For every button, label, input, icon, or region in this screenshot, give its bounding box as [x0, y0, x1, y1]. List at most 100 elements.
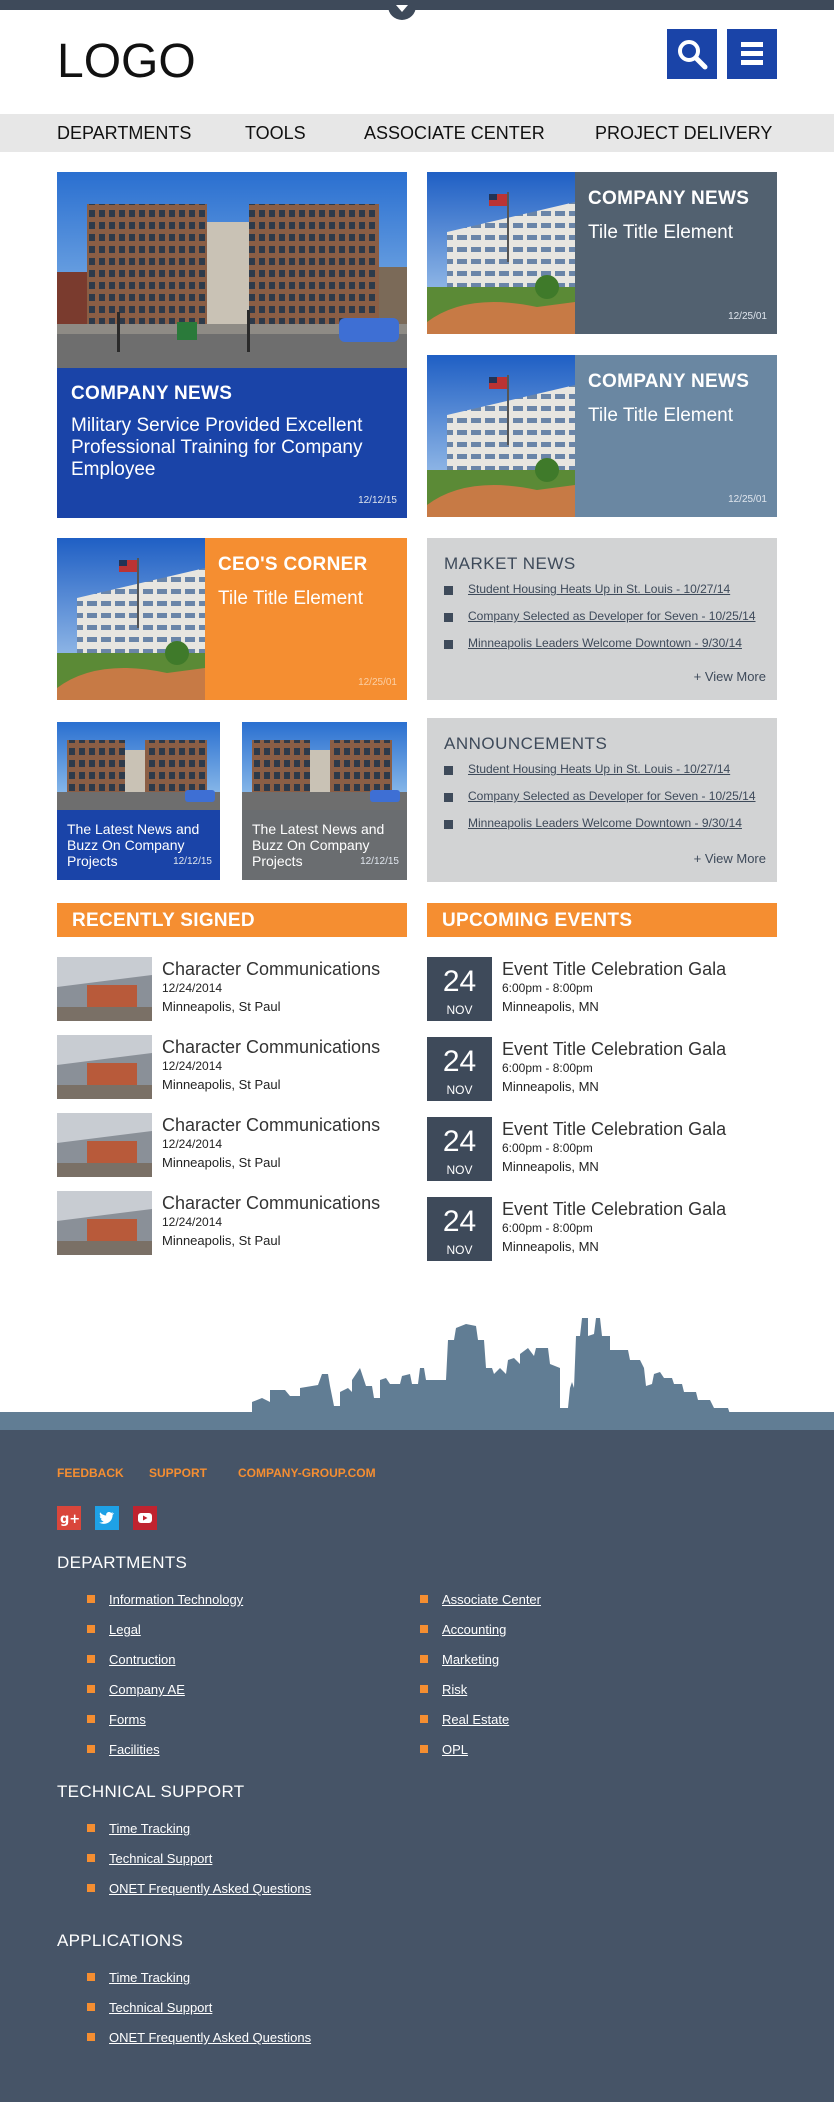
footer-link[interactable]: Contruction — [87, 1652, 243, 1682]
event-location: Minneapolis, MN — [502, 1239, 599, 1254]
signed-item[interactable]: Character Communications 12/24/2014 Minn… — [57, 1113, 407, 1177]
footer-link[interactable]: OPL — [420, 1742, 541, 1772]
hero-title[interactable]: Military Service Provided Excellent Prof… — [71, 415, 396, 481]
menu-button[interactable] — [727, 29, 777, 79]
youtube-icon[interactable] — [133, 1506, 157, 1530]
warehouse-thumbnail — [57, 957, 152, 1021]
tile-date: 12/25/01 — [728, 494, 767, 505]
warehouse-thumbnail — [57, 1035, 152, 1099]
footer-link[interactable]: Information Technology — [87, 1592, 243, 1622]
company-news-tile[interactable]: COMPANY NEWS Tile Title Element 12/25/01 — [427, 355, 777, 517]
project-news-tile[interactable]: The Latest News and Buzz On Company Proj… — [57, 722, 220, 880]
recently-signed-heading: RECENTLY SIGNED — [57, 903, 407, 937]
project-news-tile[interactable]: The Latest News and Buzz On Company Proj… — [242, 722, 407, 880]
footer-link[interactable]: Facilities — [87, 1742, 243, 1772]
footer-link[interactable]: Technical Support — [87, 2000, 311, 2030]
list-item[interactable]: Company Selected as Developer for Seven … — [444, 789, 756, 816]
footer-link[interactable]: ONET Frequently Asked Questions — [87, 1881, 311, 1911]
tile-date: 12/25/01 — [358, 677, 397, 688]
nav-item-project-delivery[interactable]: PROJECT DELIVERY — [595, 123, 772, 144]
event-title[interactable]: Event Title Celebration Gala — [502, 1039, 726, 1060]
footer-link[interactable]: Forms — [87, 1712, 243, 1742]
event-item[interactable]: 24 NOV Event Title Celebration Gala 6:00… — [427, 1117, 777, 1181]
event-location: Minneapolis, MN — [502, 999, 599, 1014]
tile-date: 12/12/15 — [360, 856, 399, 867]
event-date-badge: 24 NOV — [427, 957, 492, 1021]
announcements-panel: ANNOUNCEMENTS Student Housing Heats Up i… — [427, 718, 777, 882]
nav-item-associate-center[interactable]: ASSOCIATE CENTER — [364, 123, 545, 144]
google-plus-icon[interactable]: g+ — [57, 1506, 81, 1530]
signed-name[interactable]: Character Communications — [162, 1115, 380, 1136]
warehouse-thumbnail — [57, 1191, 152, 1255]
signed-location: Minneapolis, St Paul — [162, 1233, 281, 1248]
market-news-panel: MARKET NEWS Student Housing Heats Up in … — [427, 538, 777, 700]
departments-heading: DEPARTMENTS — [57, 1553, 188, 1572]
list-item[interactable]: Minneapolis Leaders Welcome Downtown - 9… — [444, 636, 756, 663]
list-item[interactable]: Minneapolis Leaders Welcome Downtown - 9… — [444, 816, 756, 843]
event-title[interactable]: Event Title Celebration Gala — [502, 1199, 726, 1220]
tile-title[interactable]: Tile Title Element — [588, 222, 733, 244]
signed-date: 12/24/2014 — [162, 1059, 223, 1073]
ceo-corner-tile[interactable]: CEO'S CORNER Tile Title Element 12/25/01 — [57, 538, 407, 700]
signed-date: 12/24/2014 — [162, 1137, 223, 1151]
footer-link[interactable]: Accounting — [420, 1622, 541, 1652]
view-more-link[interactable]: + View More — [694, 669, 766, 684]
footer-link[interactable]: Risk — [420, 1682, 541, 1712]
search-button[interactable] — [667, 29, 717, 79]
event-location: Minneapolis, MN — [502, 1159, 599, 1174]
nav-item-tools[interactable]: TOOLS — [245, 123, 306, 144]
event-title[interactable]: Event Title Celebration Gala — [502, 959, 726, 980]
hamburger-icon — [741, 42, 763, 65]
footer-link[interactable]: Time Tracking — [87, 1970, 311, 2000]
footer-link[interactable]: Time Tracking — [87, 1821, 311, 1851]
tile-title[interactable]: Tile Title Element — [218, 588, 363, 610]
event-time: 6:00pm - 8:00pm — [502, 1141, 593, 1155]
signed-name[interactable]: Character Communications — [162, 959, 380, 980]
news-photo — [427, 355, 575, 517]
footer-link[interactable]: Technical Support — [87, 1851, 311, 1881]
signed-date: 12/24/2014 — [162, 981, 223, 995]
footer-link[interactable]: Legal — [87, 1622, 243, 1652]
signed-name[interactable]: Character Communications — [162, 1193, 380, 1214]
footer-link[interactable]: ONET Frequently Asked Questions — [87, 2030, 311, 2060]
list-item[interactable]: Student Housing Heats Up in St. Louis - … — [444, 762, 756, 789]
top-bar — [0, 0, 834, 10]
departments-list-left: Information Technology Legal Contruction… — [87, 1592, 243, 1772]
search-icon — [678, 40, 708, 70]
collapse-tab-chevron-icon[interactable] — [388, 0, 416, 20]
event-location: Minneapolis, MN — [502, 1079, 599, 1094]
event-item[interactable]: 24 NOV Event Title Celebration Gala 6:00… — [427, 957, 777, 1021]
footer-link[interactable]: Real Estate — [420, 1712, 541, 1742]
project-photo — [242, 722, 407, 810]
departments-list-right: Associate Center Accounting Marketing Ri… — [420, 1592, 541, 1772]
support-link[interactable]: SUPPORT — [149, 1466, 207, 1480]
event-item[interactable]: 24 NOV Event Title Celebration Gala 6:00… — [427, 1037, 777, 1101]
nav-item-departments[interactable]: DEPARTMENTS — [57, 123, 191, 144]
logo[interactable]: LOGO — [57, 34, 196, 89]
hero-news-tile[interactable]: COMPANY NEWS Military Service Provided E… — [57, 172, 407, 518]
svg-text:g+: g+ — [60, 1512, 80, 1527]
signed-item[interactable]: Character Communications 12/24/2014 Minn… — [57, 1035, 407, 1099]
tile-title[interactable]: Tile Title Element — [588, 405, 733, 427]
footer-link[interactable]: Marketing — [420, 1652, 541, 1682]
list-item[interactable]: Student Housing Heats Up in St. Louis - … — [444, 582, 756, 609]
hero-date: 12/12/15 — [358, 495, 397, 506]
signed-item[interactable]: Character Communications 12/24/2014 Minn… — [57, 957, 407, 1021]
company-news-tile[interactable]: COMPANY NEWS Tile Title Element 12/25/01 — [427, 172, 777, 334]
footer-link[interactable]: Company AE — [87, 1682, 243, 1712]
market-news-heading: MARKET NEWS — [444, 554, 576, 573]
signed-name[interactable]: Character Communications — [162, 1037, 380, 1058]
city-skyline-illustration — [0, 1318, 834, 1430]
event-date-badge: 24 NOV — [427, 1037, 492, 1101]
event-item[interactable]: 24 NOV Event Title Celebration Gala 6:00… — [427, 1197, 777, 1261]
footer-link[interactable]: Associate Center — [420, 1592, 541, 1622]
event-date-badge: 24 NOV — [427, 1197, 492, 1261]
project-photo — [57, 722, 220, 810]
list-item[interactable]: Company Selected as Developer for Seven … — [444, 609, 756, 636]
twitter-icon[interactable] — [95, 1506, 119, 1530]
view-more-link[interactable]: + View More — [694, 851, 766, 866]
feedback-link[interactable]: FEEDBACK — [57, 1466, 124, 1480]
event-title[interactable]: Event Title Celebration Gala — [502, 1119, 726, 1140]
signed-item[interactable]: Character Communications 12/24/2014 Minn… — [57, 1191, 407, 1255]
company-site-link[interactable]: COMPANY-GROUP.COM — [238, 1466, 376, 1480]
